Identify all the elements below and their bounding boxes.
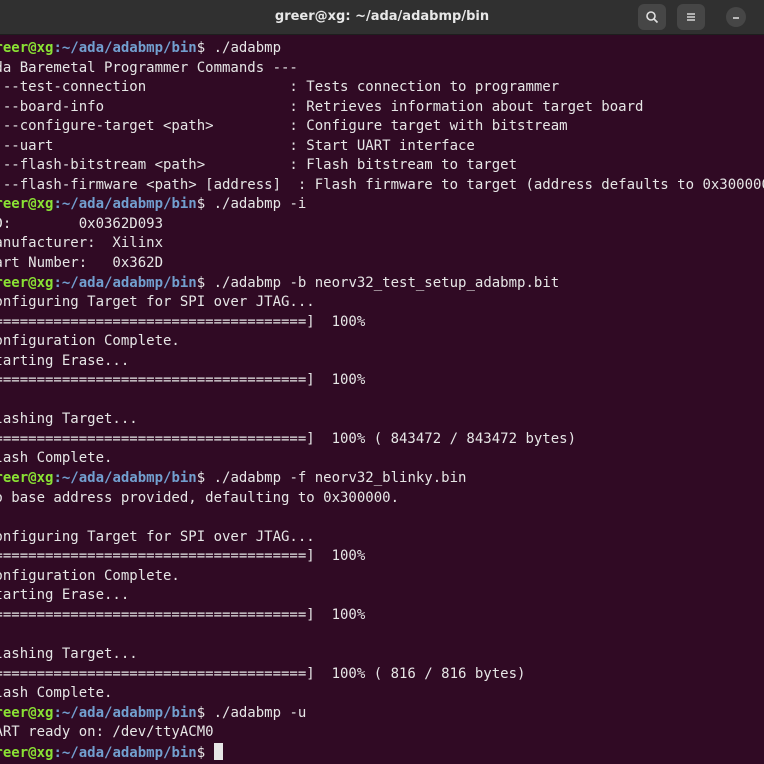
prompt-symbol: $ [196, 274, 214, 291]
prompt-path: :~/ada/adabmp/bin [53, 274, 197, 291]
prompt-line: greer@xg:~/ada/adabmp/bin$ ./adabmp -i [0, 195, 764, 215]
minimize-icon [733, 17, 739, 19]
prompt-line: greer@xg:~/ada/adabmp/bin$ ./adabmp -b n… [0, 274, 764, 294]
command-text: ./adabmp [213, 40, 282, 56]
output-line: [=====================================] … [0, 313, 366, 330]
terminal-cursor [213, 742, 223, 760]
output-line: Ada Baremetal Programmer Commands --- [0, 59, 298, 76]
output-line: Configuration Complete. [0, 567, 180, 584]
output-line: --flash-bitstream <path> : Flash bitstre… [0, 157, 518, 174]
prompt-line: greer@xg:~/ada/adabmp/bin$ [0, 742, 764, 763]
output-line: [=====================================] … [0, 430, 577, 447]
command-text: ./adabmp -f neorv32_blinky.bin [213, 470, 467, 487]
output-line: Manufacturer: Xilinx [0, 235, 164, 252]
search-icon [646, 11, 659, 24]
output-line: Flashing Target... [0, 411, 138, 428]
prompt-line: greer@xg:~/ada/adabmp/bin$ ./adabmp [0, 39, 764, 59]
output-line: Starting Erase... [0, 352, 130, 369]
output-line: [=====================================] … [0, 606, 366, 623]
prompt-symbol: $ [196, 744, 214, 761]
prompt-user: greer@xg [0, 704, 54, 721]
prompt-path: :~/ada/adabmp/bin [53, 704, 197, 721]
prompt-path: :~/ada/adabmp/bin [53, 40, 197, 56]
output-line: Configuring Target for SPI over JTAG... [0, 528, 315, 545]
output-line: --configure-target <path> : Configure ta… [0, 118, 568, 135]
output-line: ID: 0x0362D093 [0, 215, 164, 232]
title-bar[interactable]: greer@xg: ~/ada/adabmp/bin [0, 0, 764, 35]
search-button[interactable] [638, 4, 666, 30]
output-line: Part Number: 0x362D [0, 255, 164, 272]
output-line: Flash Complete. [0, 685, 113, 702]
output-line: [=====================================] … [0, 548, 366, 565]
terminal-output[interactable]: greer@xg:~/ada/adabmp/bin$ ./adabmpAda B… [0, 35, 764, 764]
output-line: Starting Erase... [0, 587, 130, 604]
prompt-user: greer@xg [0, 274, 54, 291]
output-line: [=====================================] … [0, 372, 366, 389]
output-line: --board-info : Retrieves information abo… [0, 98, 644, 115]
prompt-user: greer@xg [0, 744, 54, 761]
prompt-user: greer@xg [0, 470, 54, 487]
minimize-button[interactable] [726, 7, 746, 27]
output-line: Configuration Complete. [0, 333, 180, 350]
output-line: Flashing Target... [0, 645, 138, 662]
prompt-path: :~/ada/adabmp/bin [53, 744, 197, 761]
prompt-symbol: $ [196, 40, 214, 56]
prompt-line: greer@xg:~/ada/adabmp/bin$ ./adabmp -f n… [0, 469, 764, 489]
menu-button[interactable] [677, 4, 705, 30]
prompt-path: :~/ada/adabmp/bin [53, 470, 197, 487]
prompt-symbol: $ [196, 196, 214, 213]
command-text: ./adabmp -u [213, 704, 307, 721]
output-line: No base address provided, defaulting to … [0, 489, 400, 506]
hamburger-menu-icon [687, 13, 695, 21]
output-line: Configuring Target for SPI over JTAG... [0, 294, 315, 311]
output-line: Flash Complete. [0, 450, 113, 467]
prompt-symbol: $ [196, 704, 214, 721]
prompt-path: :~/ada/adabmp/bin [53, 196, 197, 213]
prompt-user: greer@xg [0, 40, 54, 56]
output-line: --uart : Start UART interface [0, 137, 475, 154]
output-line: UART ready on: /dev/ttyACM0 [0, 724, 214, 741]
output-line: --flash-firmware <path> [address] : Flas… [0, 176, 764, 193]
prompt-user: greer@xg [0, 196, 54, 213]
command-text: ./adabmp -b neorv32_test_setup_adabmp.bi… [213, 274, 560, 291]
prompt-line: greer@xg:~/ada/adabmp/bin$ ./adabmp -u [0, 704, 764, 724]
terminal-window: { "window": { "title": "greer@xg: ~/ada/… [0, 0, 764, 764]
terminal-lines: greer@xg:~/ada/adabmp/bin$ ./adabmpAda B… [0, 39, 764, 762]
output-line: --test-connection : Tests connection to … [0, 79, 560, 96]
command-text: ./adabmp -i [213, 196, 307, 213]
output-line: [=====================================] … [0, 665, 526, 682]
prompt-symbol: $ [196, 470, 214, 487]
